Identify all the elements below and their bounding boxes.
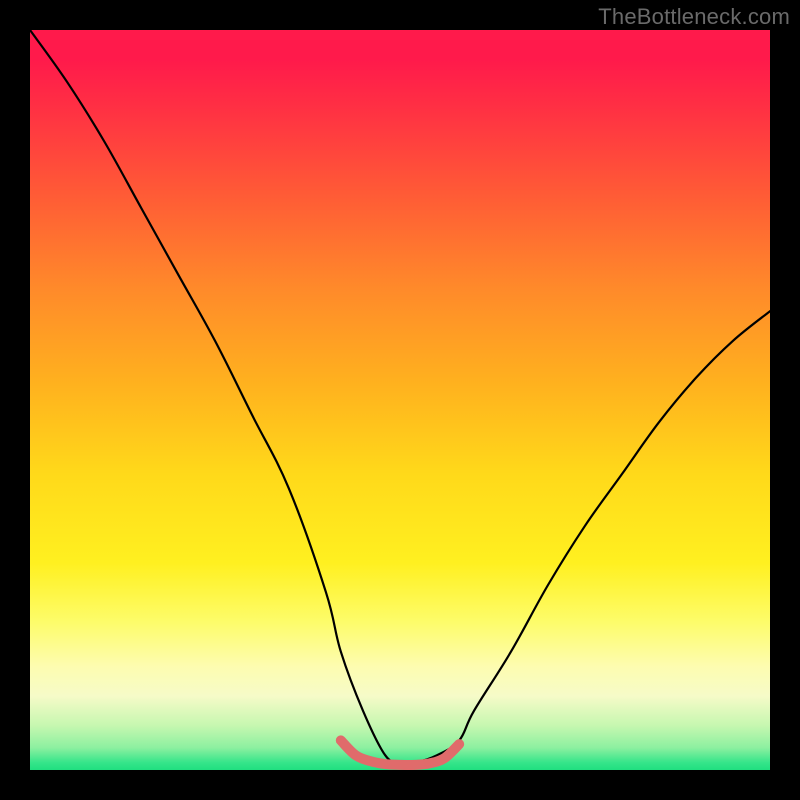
v-curve-line bbox=[30, 30, 770, 764]
plot-area bbox=[30, 30, 770, 770]
chart-svg bbox=[30, 30, 770, 770]
watermark-label: TheBottleneck.com bbox=[598, 4, 790, 30]
chart-frame: TheBottleneck.com bbox=[0, 0, 800, 800]
